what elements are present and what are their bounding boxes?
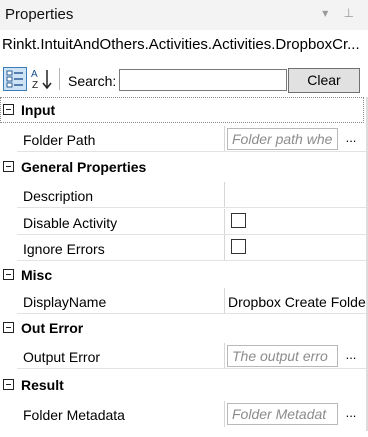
- property-row-displayname: DisplayName Dropbox Create Folde: [0, 288, 368, 314]
- property-name: Folder Metadata: [23, 407, 125, 423]
- selected-type-name: Rinkt.IntuitAndOthers.Activities.Activit…: [2, 36, 360, 53]
- property-row-folder-metadata: Folder Metadata Folder Metadat ...: [0, 401, 368, 427]
- properties-toolbar: A Z Search: Clear: [0, 64, 368, 96]
- toolbar-separator: [59, 68, 60, 90]
- category-out-error[interactable]: Out Error: [0, 315, 368, 341]
- property-name: Output Error: [23, 349, 101, 365]
- category-label: Out Error: [21, 320, 84, 336]
- search-input[interactable]: [119, 69, 287, 91]
- property-name: Description: [23, 188, 94, 204]
- collapse-icon[interactable]: [3, 104, 14, 115]
- category-misc[interactable]: Misc: [0, 262, 368, 288]
- sort-alphabetical-icon[interactable]: A Z: [30, 67, 54, 91]
- collapse-icon[interactable]: [3, 161, 14, 172]
- property-row-disable-activity: Disable Activity: [0, 209, 368, 235]
- collapse-icon[interactable]: [3, 269, 14, 280]
- panel-title: Properties: [5, 6, 74, 23]
- property-row-folder-path: Folder Path Folder path whe ...: [0, 126, 368, 152]
- output-error-input[interactable]: The output erro: [227, 345, 338, 367]
- folder-path-ellipsis-button[interactable]: ...: [341, 130, 361, 145]
- dropdown-and-pin-icon[interactable]: ▾ ⊥: [322, 6, 360, 20]
- property-row-description: Description: [0, 182, 368, 208]
- svg-text:Z: Z: [32, 80, 38, 91]
- collapse-icon[interactable]: [3, 379, 14, 390]
- property-name: Folder Path: [23, 132, 96, 148]
- svg-text:A: A: [31, 69, 38, 80]
- property-row-ignore-errors: Ignore Errors: [0, 235, 368, 261]
- displayname-value[interactable]: Dropbox Create Folde: [228, 294, 368, 310]
- folder-metadata-input[interactable]: Folder Metadat: [227, 403, 338, 425]
- property-name: Disable Activity: [23, 215, 118, 231]
- property-grid: Input Folder Path Folder path whe ... Ge…: [0, 97, 368, 431]
- folder-path-input[interactable]: Folder path whe: [227, 128, 338, 150]
- category-label: Input: [21, 102, 56, 118]
- category-input[interactable]: Input: [0, 97, 368, 123]
- collapse-icon[interactable]: [3, 322, 14, 333]
- category-result[interactable]: Result: [0, 372, 368, 398]
- category-label: Result: [21, 377, 64, 393]
- output-error-ellipsis-button[interactable]: ...: [341, 347, 361, 362]
- panel-titlebar: Properties ▾ ⊥: [0, 0, 368, 30]
- folder-metadata-ellipsis-button[interactable]: ...: [341, 405, 361, 420]
- category-label: General Properties: [21, 159, 147, 175]
- category-general-properties[interactable]: General Properties: [0, 154, 368, 180]
- property-name: DisplayName: [23, 294, 107, 310]
- search-label: Search:: [68, 73, 117, 89]
- property-row-output-error: Output Error The output erro ...: [0, 343, 368, 369]
- property-name: Ignore Errors: [23, 241, 105, 257]
- clear-button[interactable]: Clear: [288, 68, 360, 93]
- disable-activity-checkbox[interactable]: [231, 213, 246, 228]
- categorized-view-icon[interactable]: [3, 67, 27, 91]
- category-label: Misc: [21, 267, 53, 283]
- ignore-errors-checkbox[interactable]: [231, 239, 246, 254]
